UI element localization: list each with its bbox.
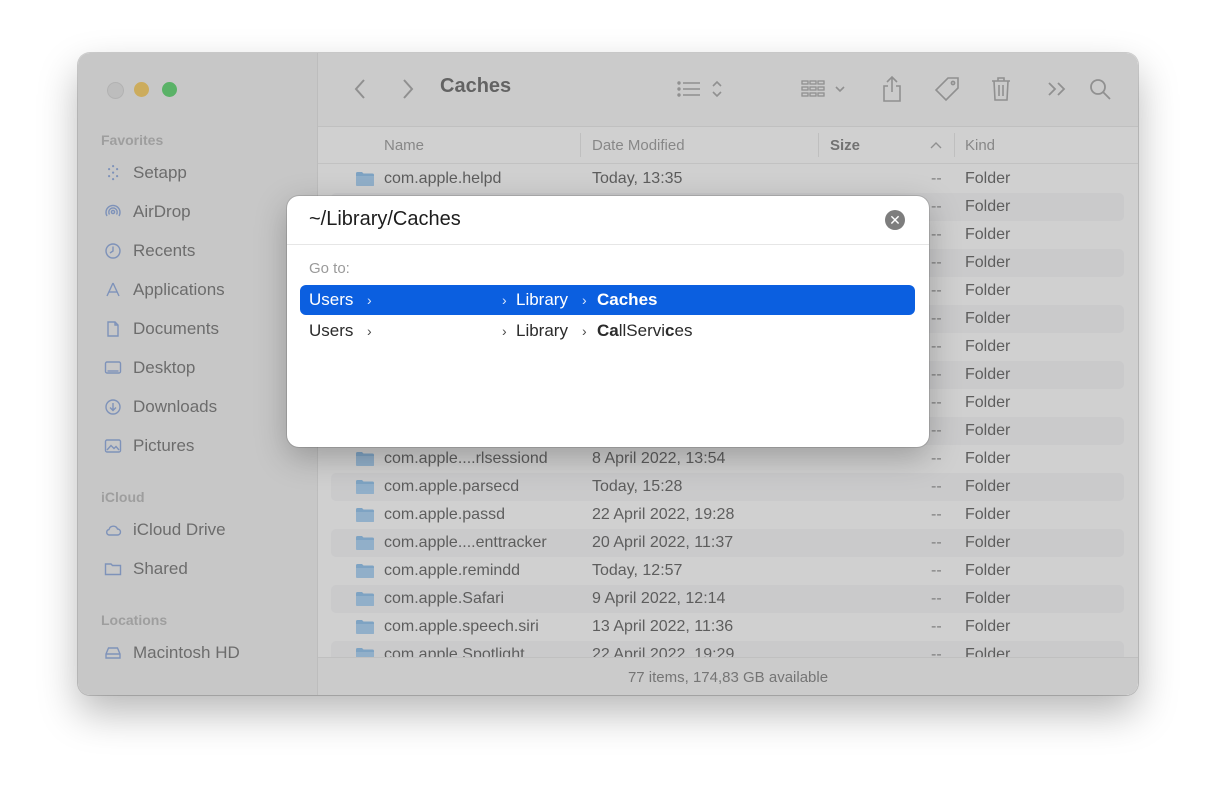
goto-label: Go to: [309,260,350,277]
path-segment: Users [309,290,354,309]
path-segment: Users [309,321,354,340]
divider [287,244,929,245]
path-segment: Library [516,321,568,340]
suggestion-item[interactable]: Users › › Library › Ca llServi c es [300,316,915,346]
chevron-right-icon: › [582,323,587,339]
suggestion-item[interactable]: Users › › Library › Caches [300,285,915,315]
path-segment: Library [516,290,568,309]
chevron-right-icon: › [582,292,587,308]
path-input[interactable]: ~/Library/Caches [309,208,461,231]
chevron-right-icon: › [502,323,507,339]
path-segment-current: Caches [597,290,658,309]
path-segment-match: Ca llServi c es [597,321,693,340]
chevron-right-icon: › [367,323,372,339]
chevron-right-icon: › [367,292,372,308]
chevron-right-icon: › [502,292,507,308]
clear-icon[interactable]: ✕ [885,210,905,230]
go-to-folder-dialog: ~/Library/Caches ✕ Go to: Users › › Libr… [287,196,929,447]
